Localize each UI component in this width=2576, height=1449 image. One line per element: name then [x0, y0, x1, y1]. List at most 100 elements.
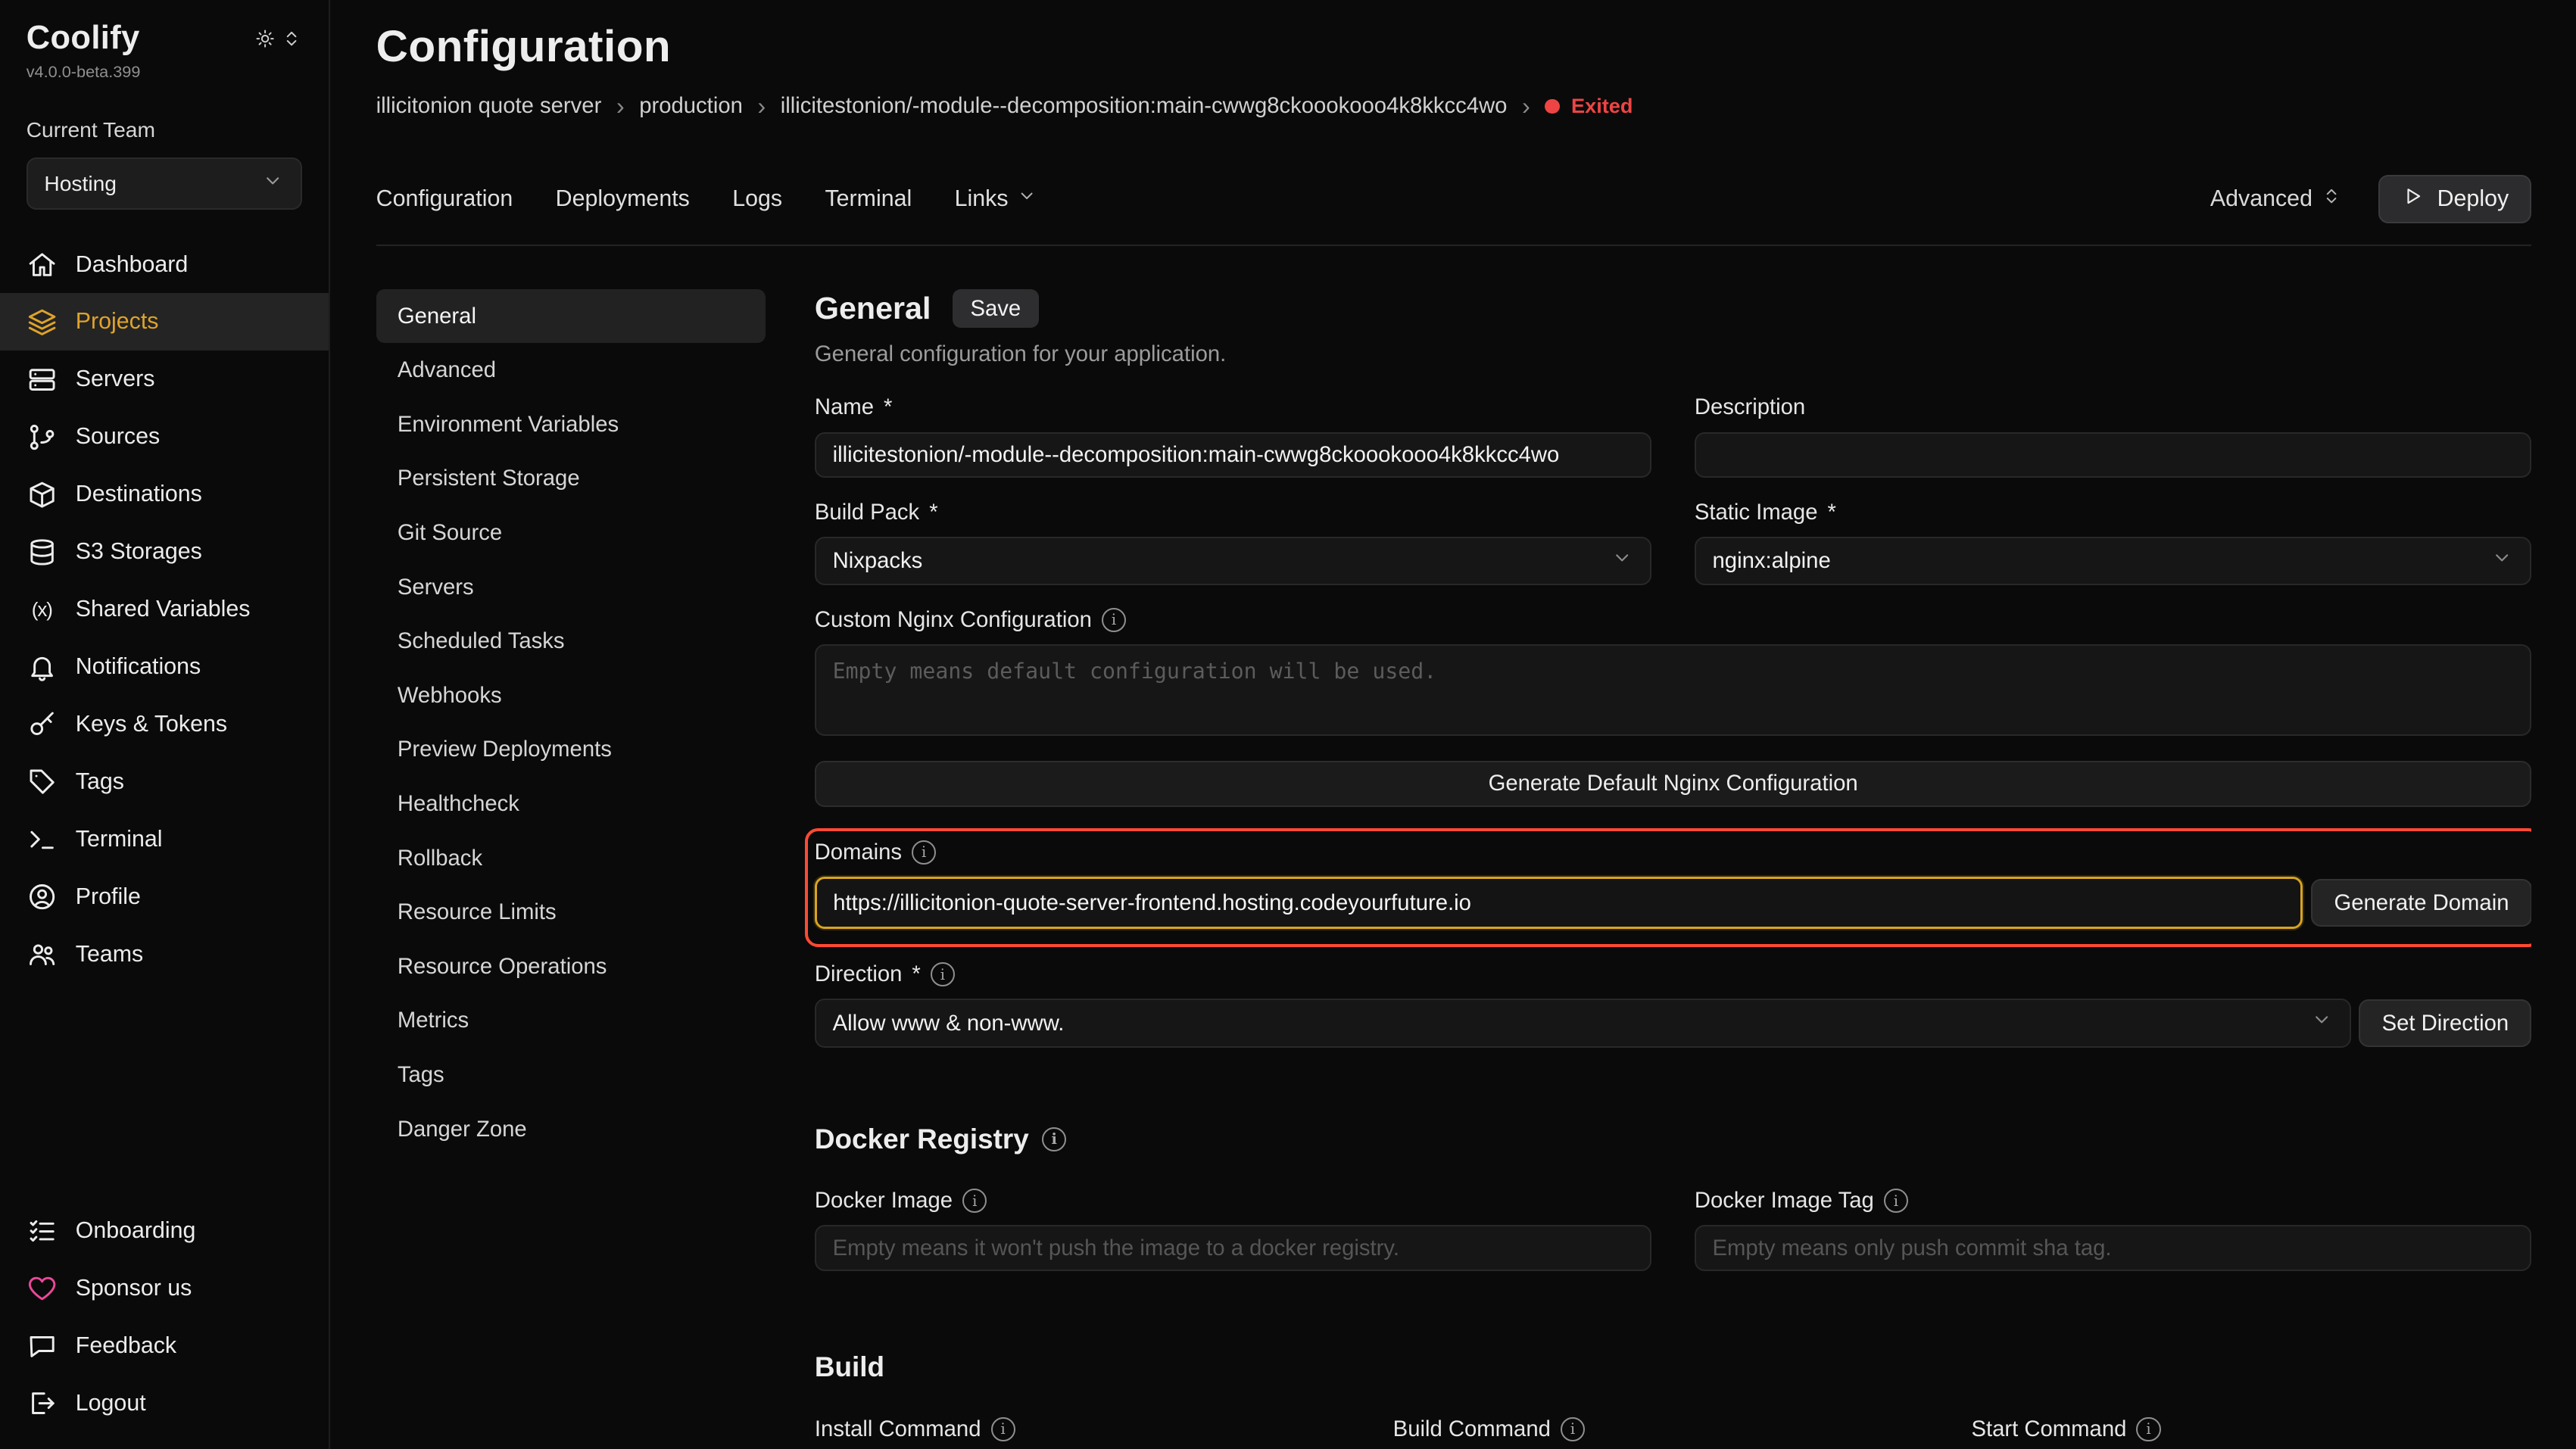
section-nav-tags[interactable]: Tags	[376, 1048, 766, 1102]
info-icon[interactable]	[962, 1189, 987, 1213]
sidebar-item-projects[interactable]: Projects	[0, 293, 329, 351]
section-nav-resource-limits[interactable]: Resource Limits	[376, 885, 766, 940]
docker-image-input[interactable]	[815, 1225, 1652, 1271]
sidebar-item-s3-storages[interactable]: S3 Storages	[0, 523, 329, 581]
section-nav-environment-variables[interactable]: Environment Variables	[376, 397, 766, 452]
section-nav-metrics[interactable]: Metrics	[376, 994, 766, 1049]
save-button[interactable]: Save	[953, 289, 1039, 328]
section-nav-danger-zone[interactable]: Danger Zone	[376, 1102, 766, 1157]
info-icon[interactable]	[912, 840, 936, 865]
sidebar-item-tags[interactable]: Tags	[0, 753, 329, 811]
status-label: Exited	[1571, 94, 1633, 118]
docker-image-tag-label: Docker Image Tag	[1695, 1188, 2532, 1214]
section-nav-healthcheck[interactable]: Healthcheck	[376, 777, 766, 831]
sidebar-bottom-nav: Onboarding Sponsor us Feedback Logout	[0, 1202, 329, 1448]
domains-input[interactable]	[815, 877, 2303, 929]
sidebar-item-label: Dashboard	[76, 252, 189, 278]
advanced-selector[interactable]: Advanced	[2210, 185, 2342, 213]
main-area: Configuration illicitonion quote server …	[330, 0, 2576, 1449]
info-icon[interactable]	[1102, 608, 1126, 632]
sidebar-item-sponsor[interactable]: Sponsor us	[0, 1260, 329, 1317]
section-nav-git-source[interactable]: Git Source	[376, 506, 766, 560]
name-input[interactable]	[815, 432, 1652, 478]
section-nav-resource-operations[interactable]: Resource Operations	[376, 940, 766, 994]
sidebar-item-feedback[interactable]: Feedback	[0, 1317, 329, 1375]
section-nav-general[interactable]: General	[376, 289, 766, 344]
breadcrumb: illicitonion quote server › production ›…	[376, 93, 2532, 119]
static-image-select[interactable]: nginx:alpine	[1695, 537, 2532, 586]
sidebar-item-label: Sources	[76, 424, 160, 450]
git-branch-icon	[27, 422, 58, 453]
nginx-config-label: Custom Nginx Configuration	[815, 607, 2531, 633]
info-icon[interactable]	[991, 1417, 1015, 1441]
deploy-button[interactable]: Deploy	[2378, 175, 2532, 223]
sidebar-item-teams[interactable]: Teams	[0, 926, 329, 983]
domains-label: Domains	[815, 840, 2532, 865]
info-icon[interactable]	[1561, 1417, 1585, 1441]
sidebar-item-dashboard[interactable]: Dashboard	[0, 236, 329, 294]
section-nav-servers[interactable]: Servers	[376, 560, 766, 615]
general-heading: General	[815, 291, 931, 326]
info-icon[interactable]	[931, 962, 955, 986]
info-icon[interactable]	[1884, 1189, 1908, 1213]
sidebar-item-servers[interactable]: Servers	[0, 351, 329, 408]
tab-deployments[interactable]: Deployments	[556, 186, 690, 212]
updown-chevrons-icon	[281, 26, 302, 56]
section-nav-advanced[interactable]: Advanced	[376, 343, 766, 397]
generate-domain-button[interactable]: Generate Domain	[2311, 879, 2531, 927]
breadcrumb-application[interactable]: illicitestonion/-module--decomposition:m…	[781, 93, 1508, 119]
team-select[interactable]: Hosting	[27, 157, 303, 210]
chevron-right-icon: ›	[757, 94, 766, 119]
generate-nginx-button[interactable]: Generate Default Nginx Configuration	[815, 761, 2531, 807]
sidebar-item-label: Logout	[76, 1391, 146, 1416]
section-nav-webhooks[interactable]: Webhooks	[376, 668, 766, 723]
sidebar-item-label: Onboarding	[76, 1218, 196, 1244]
section-nav-preview-deployments[interactable]: Preview Deployments	[376, 723, 766, 777]
chevron-down-icon	[1016, 185, 1037, 213]
sidebar-item-keys-tokens[interactable]: Keys & Tokens	[0, 696, 329, 753]
chevron-down-icon	[2490, 547, 2513, 575]
chevron-down-icon	[1611, 547, 1633, 575]
users-icon	[27, 939, 58, 970]
section-nav-persistent-storage[interactable]: Persistent Storage	[376, 452, 766, 506]
theme-switcher[interactable]	[254, 26, 302, 56]
section-nav-scheduled-tasks[interactable]: Scheduled Tasks	[376, 614, 766, 668]
sidebar-item-onboarding[interactable]: Onboarding	[0, 1202, 329, 1260]
tab-logs[interactable]: Logs	[732, 186, 782, 212]
start-command-label: Start Command	[1971, 1416, 2531, 1442]
description-input[interactable]	[1695, 432, 2532, 478]
sidebar-item-shared-variables[interactable]: (x) Shared Variables	[0, 581, 329, 638]
sidebar-item-label: S3 Storages	[76, 539, 202, 565]
section-nav-rollback[interactable]: Rollback	[376, 831, 766, 886]
sidebar-item-label: Feedback	[76, 1333, 176, 1359]
sidebar-item-notifications[interactable]: Notifications	[0, 638, 329, 696]
docker-registry-heading: Docker Registry	[815, 1123, 2531, 1155]
sidebar: Coolify v4.0.0-beta.399 Current Team Hos…	[0, 0, 330, 1449]
tab-configuration[interactable]: Configuration	[376, 186, 513, 212]
nginx-config-textarea[interactable]	[815, 644, 2531, 736]
docker-image-tag-input[interactable]	[1695, 1225, 2532, 1271]
sidebar-item-profile[interactable]: Profile	[0, 868, 329, 926]
tab-links[interactable]: Links	[955, 185, 1038, 213]
brand-title: Coolify	[27, 20, 140, 57]
chevron-down-icon	[2310, 1008, 2333, 1037]
description-label: Description	[1695, 394, 2532, 420]
sidebar-item-logout[interactable]: Logout	[0, 1375, 329, 1432]
info-icon[interactable]	[2136, 1417, 2160, 1441]
sidebar-item-destinations[interactable]: Destinations	[0, 466, 329, 523]
sidebar-item-label: Teams	[76, 942, 143, 968]
status-dot-icon	[1545, 99, 1560, 114]
tab-terminal[interactable]: Terminal	[825, 186, 912, 212]
info-icon[interactable]	[1042, 1127, 1066, 1151]
current-team-label: Current Team	[27, 117, 303, 142]
set-direction-button[interactable]: Set Direction	[2359, 999, 2531, 1047]
direction-select[interactable]: Allow www & non-www.	[815, 999, 2351, 1048]
chat-icon	[27, 1330, 58, 1361]
general-form: General Save General configuration for y…	[815, 289, 2531, 1449]
sidebar-item-label: Destinations	[76, 481, 202, 507]
build-pack-select[interactable]: Nixpacks	[815, 537, 1652, 586]
breadcrumb-environment[interactable]: production	[639, 93, 743, 119]
sidebar-item-sources[interactable]: Sources	[0, 408, 329, 466]
breadcrumb-project[interactable]: illicitonion quote server	[376, 93, 602, 119]
sidebar-item-terminal[interactable]: Terminal	[0, 811, 329, 868]
